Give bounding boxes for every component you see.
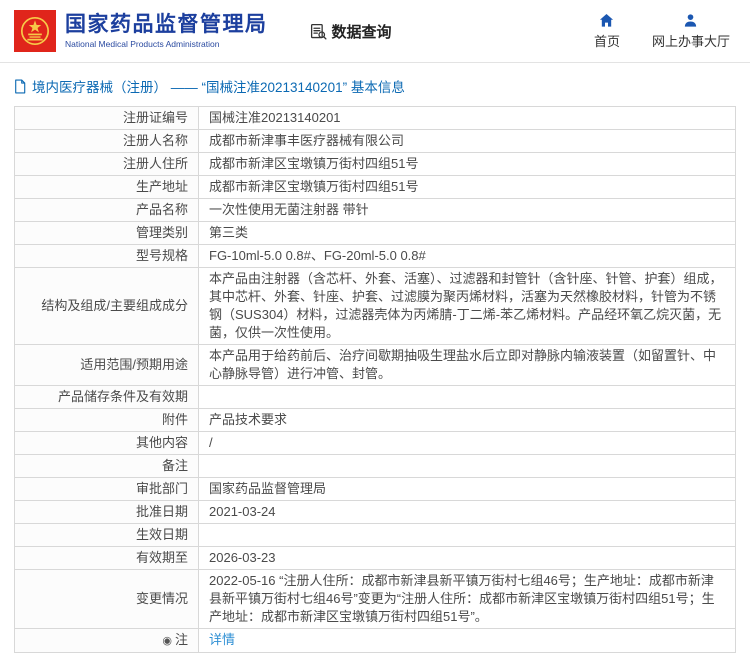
row-label: 注 — [175, 632, 188, 647]
agency-titles: 国家药品监督管理局 National Medical Products Admi… — [65, 13, 268, 49]
info-table: 注册证编号国械注准20213140201 注册人名称成都市新津事丰医疗器械有限公… — [14, 106, 736, 653]
row-label: 注册人住所 — [15, 153, 199, 176]
table-row: 有效期至2026-03-23 — [15, 547, 736, 570]
row-value: 2021-03-24 — [199, 501, 736, 524]
row-label: 变更情况 — [15, 570, 199, 629]
nav-home-label: 首页 — [594, 31, 620, 50]
table-row: 注册证编号国械注准20213140201 — [15, 107, 736, 130]
breadcrumb-text: 境内医疗器械（注册） —— “国械注准20213140201” 基本信息 — [32, 76, 405, 96]
table-row: 注册人住所成都市新津区宝墩镇万街村四组51号 — [15, 153, 736, 176]
row-value-note: 详情 — [199, 629, 736, 653]
row-label: 其他内容 — [15, 432, 199, 455]
table-row: 适用范围/预期用途本产品用于给药前后、治疗间歇期抽吸生理盐水后立即对静脉内输液装… — [15, 345, 736, 386]
nav-online-hall-label: 网上办事大厅 — [652, 31, 730, 50]
agency-name-en: National Medical Products Administration — [65, 39, 268, 49]
table-row: 产品名称一次性使用无菌注射器 带针 — [15, 199, 736, 222]
row-label-note: ◉注 — [15, 629, 199, 653]
row-label: 备注 — [15, 455, 199, 478]
row-value: 本产品用于给药前后、治疗间歇期抽吸生理盐水后立即对静脉内输液装置（如留置针、中心… — [199, 345, 736, 386]
agency-name-cn: 国家药品监督管理局 — [65, 13, 268, 36]
page-header: 国家药品监督管理局 National Medical Products Admi… — [0, 0, 750, 62]
note-bullet-icon: ◉ — [162, 635, 172, 647]
row-value: 国家药品监督管理局 — [199, 478, 736, 501]
national-emblem-icon — [14, 10, 56, 52]
row-value: 产品技术要求 — [199, 409, 736, 432]
home-icon — [599, 13, 614, 28]
row-value: 本产品由注射器（含芯杆、外套、活塞）、过滤器和封管针（含针座、针管、护套）组成，… — [199, 268, 736, 345]
row-value: FG-10ml-5.0 0.8#、FG-20ml-5.0 0.8# — [199, 245, 736, 268]
row-value — [199, 386, 736, 409]
breadcrumb: 境内医疗器械（注册） —— “国械注准20213140201” 基本信息 — [0, 63, 750, 106]
row-value — [199, 524, 736, 547]
row-value: 第三类 — [199, 222, 736, 245]
data-query-label: 数据查询 — [332, 21, 392, 42]
table-row: 附件产品技术要求 — [15, 409, 736, 432]
top-nav: 首页 网上办事大厅 — [594, 13, 734, 50]
row-value: 2022-05-16 “注册人住所：成都市新津县新平镇万街村七组46号；生产地址… — [199, 570, 736, 629]
row-label: 型号规格 — [15, 245, 199, 268]
row-value: 国械注准20213140201 — [199, 107, 736, 130]
row-label: 管理类别 — [15, 222, 199, 245]
row-value: 成都市新津区宝墩镇万街村四组51号 — [199, 153, 736, 176]
table-row: 型号规格FG-10ml-5.0 0.8#、FG-20ml-5.0 0.8# — [15, 245, 736, 268]
table-row: 生效日期 — [15, 524, 736, 547]
table-row: 产品储存条件及有效期 — [15, 386, 736, 409]
document-magnifier-icon — [310, 23, 327, 40]
row-label: 审批部门 — [15, 478, 199, 501]
table-row: 结构及组成/主要组成成分本产品由注射器（含芯杆、外套、活塞）、过滤器和封管针（含… — [15, 268, 736, 345]
row-value: 成都市新津区宝墩镇万街村四组51号 — [199, 176, 736, 199]
row-label: 生效日期 — [15, 524, 199, 547]
row-value: 一次性使用无菌注射器 带针 — [199, 199, 736, 222]
table-row: 注册人名称成都市新津事丰医疗器械有限公司 — [15, 130, 736, 153]
row-value: 2026-03-23 — [199, 547, 736, 570]
row-label: 批准日期 — [15, 501, 199, 524]
data-query-tab[interactable]: 数据查询 — [310, 21, 392, 42]
row-label: 适用范围/预期用途 — [15, 345, 199, 386]
table-row: 其他内容/ — [15, 432, 736, 455]
table-row: 备注 — [15, 455, 736, 478]
row-label: 注册人名称 — [15, 130, 199, 153]
row-label: 产品名称 — [15, 199, 199, 222]
table-row: 管理类别第三类 — [15, 222, 736, 245]
person-icon — [683, 13, 698, 28]
row-label: 注册证编号 — [15, 107, 199, 130]
row-value: / — [199, 432, 736, 455]
row-label: 产品储存条件及有效期 — [15, 386, 199, 409]
row-value: 成都市新津事丰医疗器械有限公司 — [199, 130, 736, 153]
table-row: 变更情况2022-05-16 “注册人住所：成都市新津县新平镇万街村七组46号；… — [15, 570, 736, 629]
document-icon — [14, 79, 26, 94]
row-label: 生产地址 — [15, 176, 199, 199]
row-value — [199, 455, 736, 478]
table-row: 批准日期2021-03-24 — [15, 501, 736, 524]
row-label: 结构及组成/主要组成成分 — [15, 268, 199, 345]
table-row: 审批部门国家药品监督管理局 — [15, 478, 736, 501]
table-row: 生产地址成都市新津区宝墩镇万街村四组51号 — [15, 176, 736, 199]
agency-logo: 国家药品监督管理局 National Medical Products Admi… — [14, 10, 268, 52]
nav-home[interactable]: 首页 — [594, 13, 620, 50]
row-label: 附件 — [15, 409, 199, 432]
details-link[interactable]: 详情 — [209, 632, 235, 647]
row-label: 有效期至 — [15, 547, 199, 570]
table-row: ◉注 详情 — [15, 629, 736, 653]
nav-online-hall[interactable]: 网上办事大厅 — [652, 13, 730, 50]
